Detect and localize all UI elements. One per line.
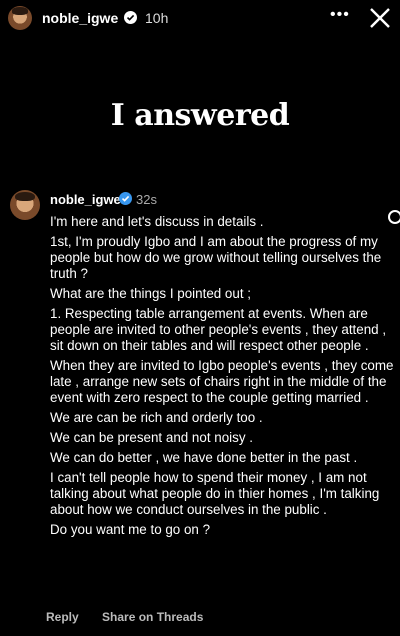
reply-paragraph: Do you want me to go on ? xyxy=(50,522,211,537)
reply-username[interactable]: noble_igwe xyxy=(50,192,121,207)
reply-avatar[interactable] xyxy=(10,190,40,220)
close-icon[interactable] xyxy=(366,4,394,32)
story-header: noble_igwe 10h ••• xyxy=(0,0,400,36)
post-time: 10h xyxy=(145,10,169,26)
reply-paragraph: We can be present and not noisy . xyxy=(50,430,253,445)
reply-time: 32s xyxy=(136,192,157,207)
reply-paragraph: When they are invited to Igbo people's e… xyxy=(50,358,394,405)
reply-actions: Reply Share on Threads xyxy=(46,610,223,624)
share-on-threads-button[interactable]: Share on Threads xyxy=(102,610,203,624)
reply-paragraph: 1. Respecting table arrangement at event… xyxy=(50,306,387,353)
reply-button[interactable]: Reply xyxy=(46,610,79,624)
reply-paragraph: We are can be rich and orderly too . xyxy=(50,410,263,425)
reply-paragraph: I can't tell people how to spend their m… xyxy=(50,470,380,517)
more-options-icon[interactable]: ••• xyxy=(330,6,350,24)
reply-paragraph: What are the things I pointed out ; xyxy=(50,286,251,301)
profile-avatar[interactable] xyxy=(8,6,32,30)
reply-text: I'm here and let's discuss in details . … xyxy=(50,214,396,542)
reply-paragraph: I'm here and let's discuss in details . xyxy=(50,214,264,229)
reply-paragraph: 1st, I'm proudly Igbo and I am about the… xyxy=(50,234,382,281)
story-headline: I answered xyxy=(110,98,290,133)
verified-icon xyxy=(124,11,137,24)
verified-icon xyxy=(119,192,132,205)
reply-paragraph: We can do better , we have done better i… xyxy=(50,450,358,465)
header-username[interactable]: noble_igwe xyxy=(42,10,118,26)
